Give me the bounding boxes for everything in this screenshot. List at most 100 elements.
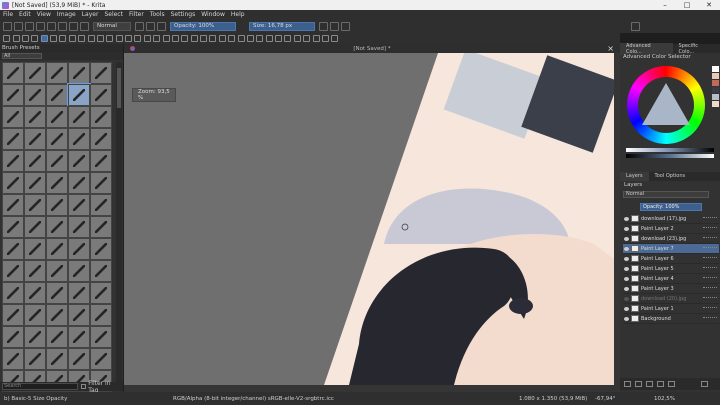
brush-preset[interactable]: [2, 172, 24, 194]
rotation-status[interactable]: -67,94°: [595, 396, 615, 402]
layer-lock-icons[interactable]: [703, 296, 717, 301]
layer-lock-icons[interactable]: [703, 226, 717, 231]
brush-preset[interactable]: [24, 326, 46, 348]
close-canvas-icon[interactable]: ×: [607, 44, 614, 53]
menu-layer[interactable]: Layer: [82, 11, 99, 18]
workspace-icon[interactable]: [631, 21, 640, 31]
pattern-icon[interactable]: [69, 21, 78, 31]
multibrush-icon[interactable]: [125, 35, 133, 42]
color-triangle[interactable]: [642, 83, 690, 125]
visibility-eye-icon[interactable]: [624, 306, 629, 311]
polygon-select-icon[interactable]: [265, 35, 273, 42]
gradient-tool-icon[interactable]: [162, 35, 170, 42]
swatch[interactable]: [712, 101, 719, 107]
close-button[interactable]: ✕: [698, 1, 720, 9]
transform-tool-icon[interactable]: [134, 35, 142, 42]
brush-preset[interactable]: [46, 172, 68, 194]
brush-preset[interactable]: [68, 128, 90, 150]
brush-preset[interactable]: [46, 238, 68, 260]
brush-preset[interactable]: [46, 282, 68, 304]
brush-preset[interactable]: [68, 194, 90, 216]
layer-row[interactable]: Background: [623, 314, 719, 324]
lightness-slider[interactable]: [626, 148, 714, 152]
filter-in-tag-checkbox[interactable]: [81, 384, 87, 389]
tab-layers[interactable]: Layers: [620, 172, 649, 181]
brush-preset[interactable]: [2, 260, 24, 282]
freehand-path-icon[interactable]: [106, 35, 114, 42]
brush-preset[interactable]: [68, 238, 90, 260]
zoom-status[interactable]: 102,5%: [654, 396, 675, 402]
brush-preset[interactable]: [24, 106, 46, 128]
brush-preset[interactable]: [24, 238, 46, 260]
undo-icon[interactable]: [36, 21, 45, 31]
brush-preset[interactable]: [2, 304, 24, 326]
brush-preset[interactable]: [24, 348, 46, 370]
brush-tag-select[interactable]: All: [2, 53, 42, 59]
canvas-tab[interactable]: [Not Saved] * ×: [124, 44, 620, 53]
rectangle-tool-icon[interactable]: [59, 35, 67, 42]
size-slider[interactable]: Size: 16,78 px: [249, 21, 315, 31]
brush-preset-icon[interactable]: [80, 21, 89, 31]
brush-preset[interactable]: [90, 216, 112, 238]
brush-preset[interactable]: [2, 128, 24, 150]
magnetic-select-icon[interactable]: [312, 35, 320, 42]
brush-preset[interactable]: [90, 260, 112, 282]
text-tool-icon[interactable]: [12, 35, 20, 42]
reference-tool-icon[interactable]: [237, 35, 245, 42]
brush-preset[interactable]: [90, 106, 112, 128]
brush-preset[interactable]: [46, 150, 68, 172]
measure-tool-icon[interactable]: [228, 35, 236, 42]
brush-preset[interactable]: [46, 326, 68, 348]
gradient-icon[interactable]: [58, 21, 67, 31]
edit-shapes-icon[interactable]: [21, 35, 29, 42]
menu-tools[interactable]: Tools: [150, 11, 165, 18]
brush-preset[interactable]: [90, 282, 112, 304]
layer-row[interactable]: Paint Layer 1: [623, 304, 719, 314]
layer-lock-icons[interactable]: [703, 286, 717, 291]
visibility-eye-icon[interactable]: [624, 246, 629, 251]
brush-preset[interactable]: [46, 348, 68, 370]
brush-preset[interactable]: [46, 194, 68, 216]
layer-lock-icons[interactable]: [703, 256, 717, 261]
layer-blend-mode-select[interactable]: Normal: [623, 191, 709, 198]
contiguous-select-icon[interactable]: [284, 35, 292, 42]
brush-preset[interactable]: [24, 150, 46, 172]
polyline-tool-icon[interactable]: [87, 35, 95, 42]
layer-properties-icon[interactable]: [668, 381, 675, 387]
freehand-select-icon[interactable]: [275, 35, 283, 42]
move-layer-up-icon[interactable]: [657, 381, 664, 387]
preserve-alpha-icon[interactable]: [146, 21, 155, 31]
visibility-eye-icon[interactable]: [624, 226, 629, 231]
swatch[interactable]: [712, 80, 719, 86]
brush-preset[interactable]: [2, 62, 24, 84]
maximize-button[interactable]: □: [676, 1, 698, 9]
brush-preset[interactable]: [90, 326, 112, 348]
brush-preset[interactable]: [46, 304, 68, 326]
layer-row-hidden[interactable]: download (20).jpg: [623, 294, 719, 304]
brush-preset[interactable]: [68, 216, 90, 238]
brush-preset[interactable]: [24, 84, 46, 106]
current-brush-status[interactable]: b) Basic-5 Size Opacity: [4, 396, 67, 402]
freehand-brush-icon[interactable]: [40, 35, 48, 42]
brush-preset[interactable]: [68, 304, 90, 326]
brush-preset[interactable]: [24, 128, 46, 150]
visibility-eye-icon[interactable]: [624, 276, 629, 281]
visibility-eye-icon[interactable]: [624, 236, 629, 241]
delete-layer-icon[interactable]: [701, 381, 708, 387]
value-slider[interactable]: [626, 154, 714, 158]
brush-preset[interactable]: [46, 128, 68, 150]
minimize-button[interactable]: –: [654, 1, 676, 9]
brush-preset[interactable]: [2, 238, 24, 260]
layer-lock-icons[interactable]: [703, 246, 717, 251]
colorize-mask-icon[interactable]: [181, 35, 189, 42]
brush-preset[interactable]: [24, 216, 46, 238]
visibility-eye-icon[interactable]: [624, 296, 629, 301]
layer-row[interactable]: Paint Layer 5: [623, 264, 719, 274]
color-wheel[interactable]: [627, 66, 705, 144]
menu-image[interactable]: Image: [57, 11, 76, 18]
mirror-vertical-icon[interactable]: [330, 21, 339, 31]
visibility-eye-icon[interactable]: [624, 286, 629, 291]
rect-select-icon[interactable]: [246, 35, 254, 42]
layer-lock-icons[interactable]: [703, 216, 717, 221]
swatch[interactable]: [712, 73, 719, 79]
